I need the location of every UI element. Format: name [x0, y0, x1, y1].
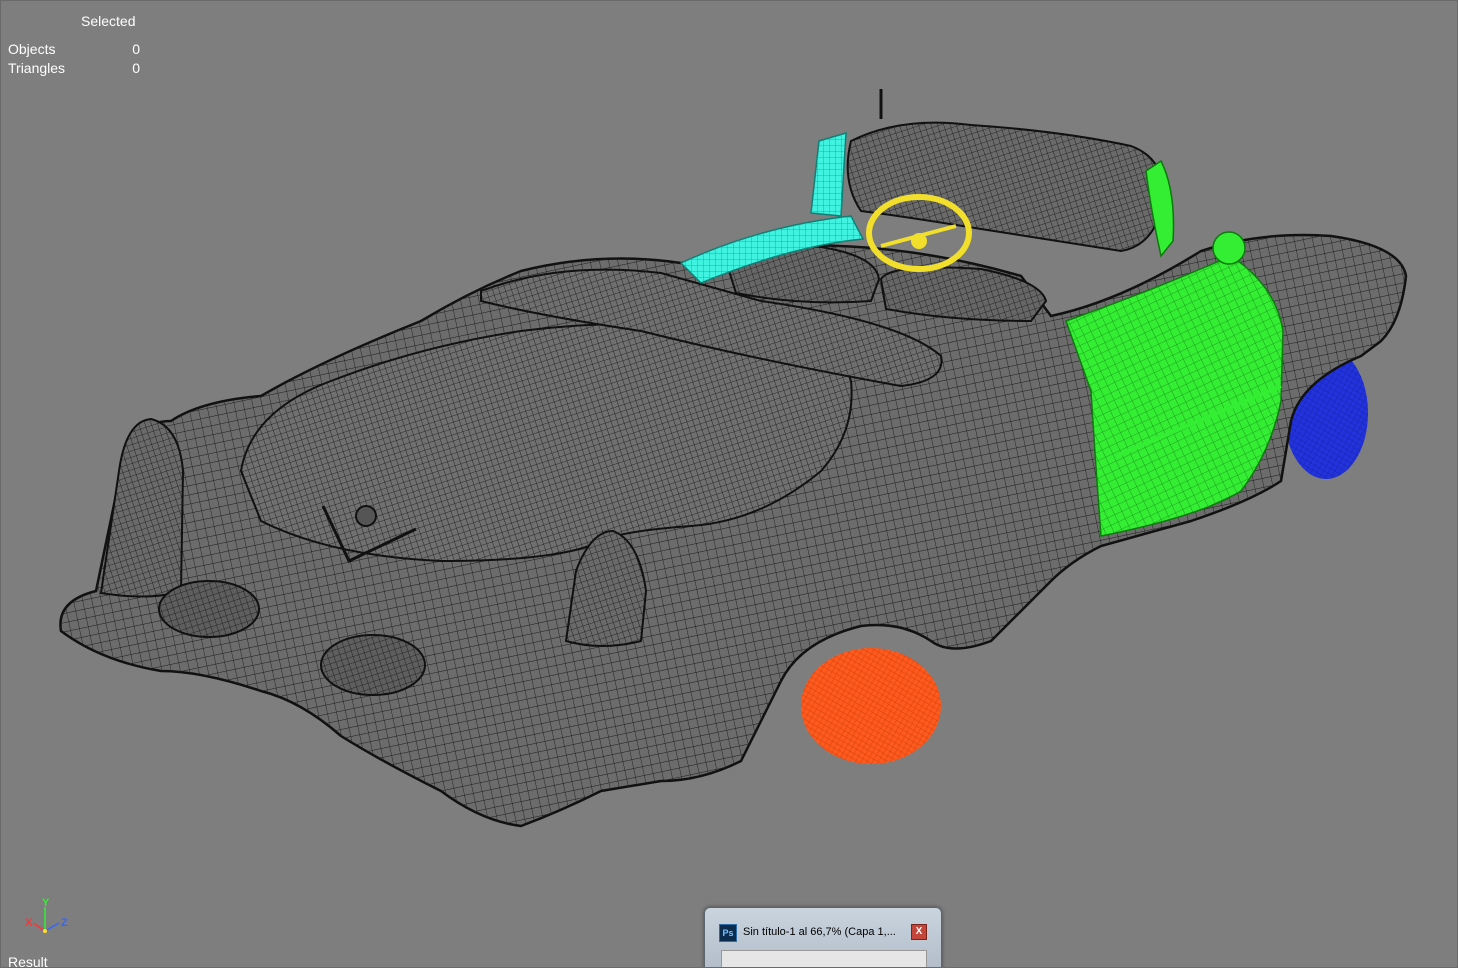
taskbar-window-title: Sin título-1 al 66,7% (Capa 1,... — [743, 926, 896, 938]
taskbar-window-title-bar[interactable]: Ps Sin título-1 al 66,7% (Capa 1,... X — [719, 924, 927, 944]
3d-viewport[interactable]: Selected Objects 0 Triangles 0 Y Z X Res… — [0, 0, 1458, 968]
axis-z-label: Z — [61, 917, 68, 929]
window-thumbnail[interactable] — [721, 950, 927, 967]
axis-x-label: X — [25, 917, 33, 929]
axis-y-label: Y — [42, 897, 50, 909]
mirror-green — [1212, 231, 1246, 265]
photoshop-app-icon: Ps — [719, 924, 737, 942]
axis-gizmo: Y Z X — [23, 897, 73, 939]
close-icon[interactable]: X — [911, 924, 927, 940]
car-wireframe-model[interactable] — [1, 1, 1458, 968]
taskbar-window-preview[interactable]: Ps Sin título-1 al 66,7% (Capa 1,... X — [704, 907, 942, 967]
result-label: Result — [8, 954, 48, 968]
